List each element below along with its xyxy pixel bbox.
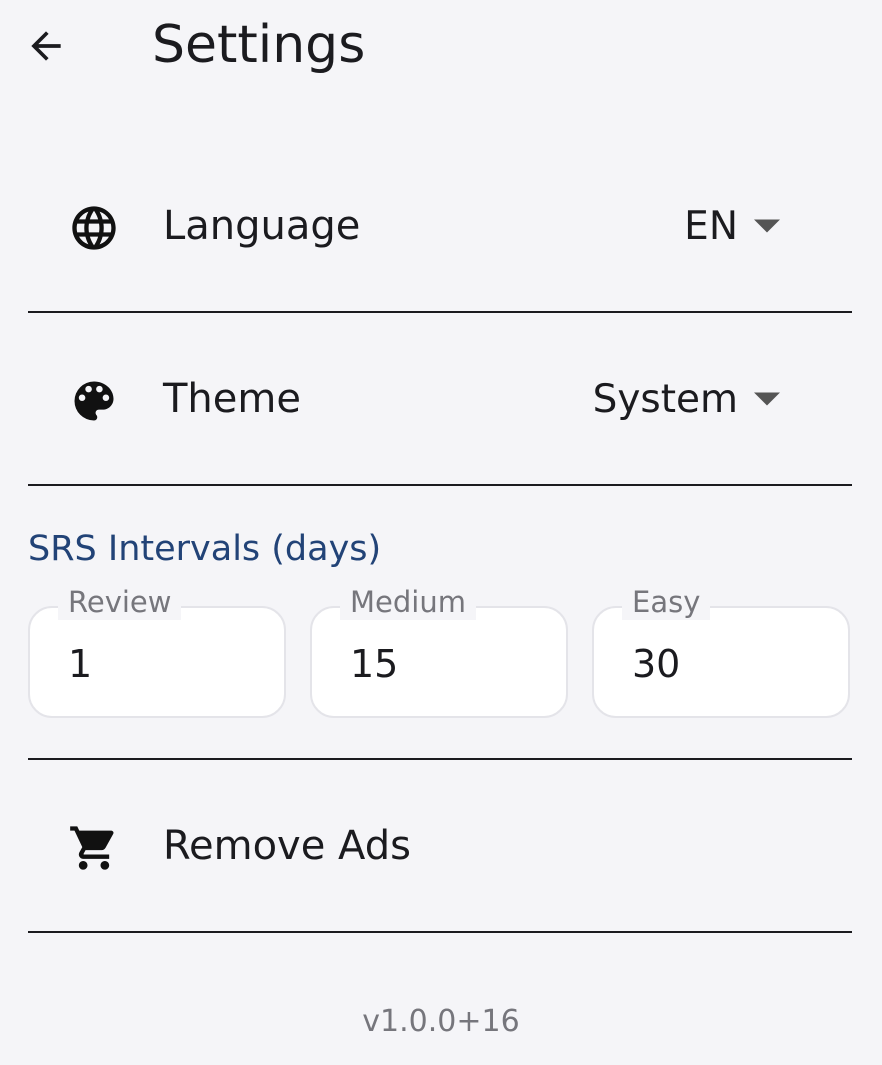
cart-icon [68,822,120,874]
divider [28,311,852,313]
easy-field-label: Easy [622,584,711,620]
remove-ads-label: Remove Ads [163,823,411,869]
easy-interval-field[interactable]: Easy 30 [592,584,850,718]
medium-interval-field[interactable]: Medium 15 [310,584,568,718]
theme-setting-row[interactable]: Theme System [28,349,852,449]
review-field-label: Review [58,584,182,620]
medium-field-value[interactable]: 15 [350,638,398,690]
theme-dropdown[interactable]: System [593,371,780,427]
globe-icon [68,202,120,254]
dropdown-arrow-icon [754,219,780,233]
divider [28,484,852,486]
dropdown-arrow-icon [754,392,780,406]
divider [28,931,852,933]
divider [28,758,852,760]
arrow-back-icon [31,31,61,61]
review-field-value[interactable]: 1 [68,638,92,690]
palette-icon [68,375,120,427]
theme-value: System [592,376,738,422]
language-dropdown[interactable]: EN [684,198,780,254]
easy-field-value[interactable]: 30 [632,638,680,690]
srs-intervals-title: SRS Intervals (days) [28,529,382,569]
remove-ads-row[interactable]: Remove Ads [28,796,852,896]
language-value: EN [684,203,738,249]
app-version: v1.0.0+16 [362,1004,520,1039]
theme-label: Theme [163,376,301,422]
medium-field-label: Medium [340,584,476,620]
language-label: Language [163,203,361,249]
top-app-bar: Settings [0,0,882,92]
review-interval-field[interactable]: Review 1 [28,584,286,718]
language-setting-row[interactable]: Language EN [28,176,852,276]
back-button[interactable] [18,18,74,74]
page-title: Settings [152,15,366,75]
